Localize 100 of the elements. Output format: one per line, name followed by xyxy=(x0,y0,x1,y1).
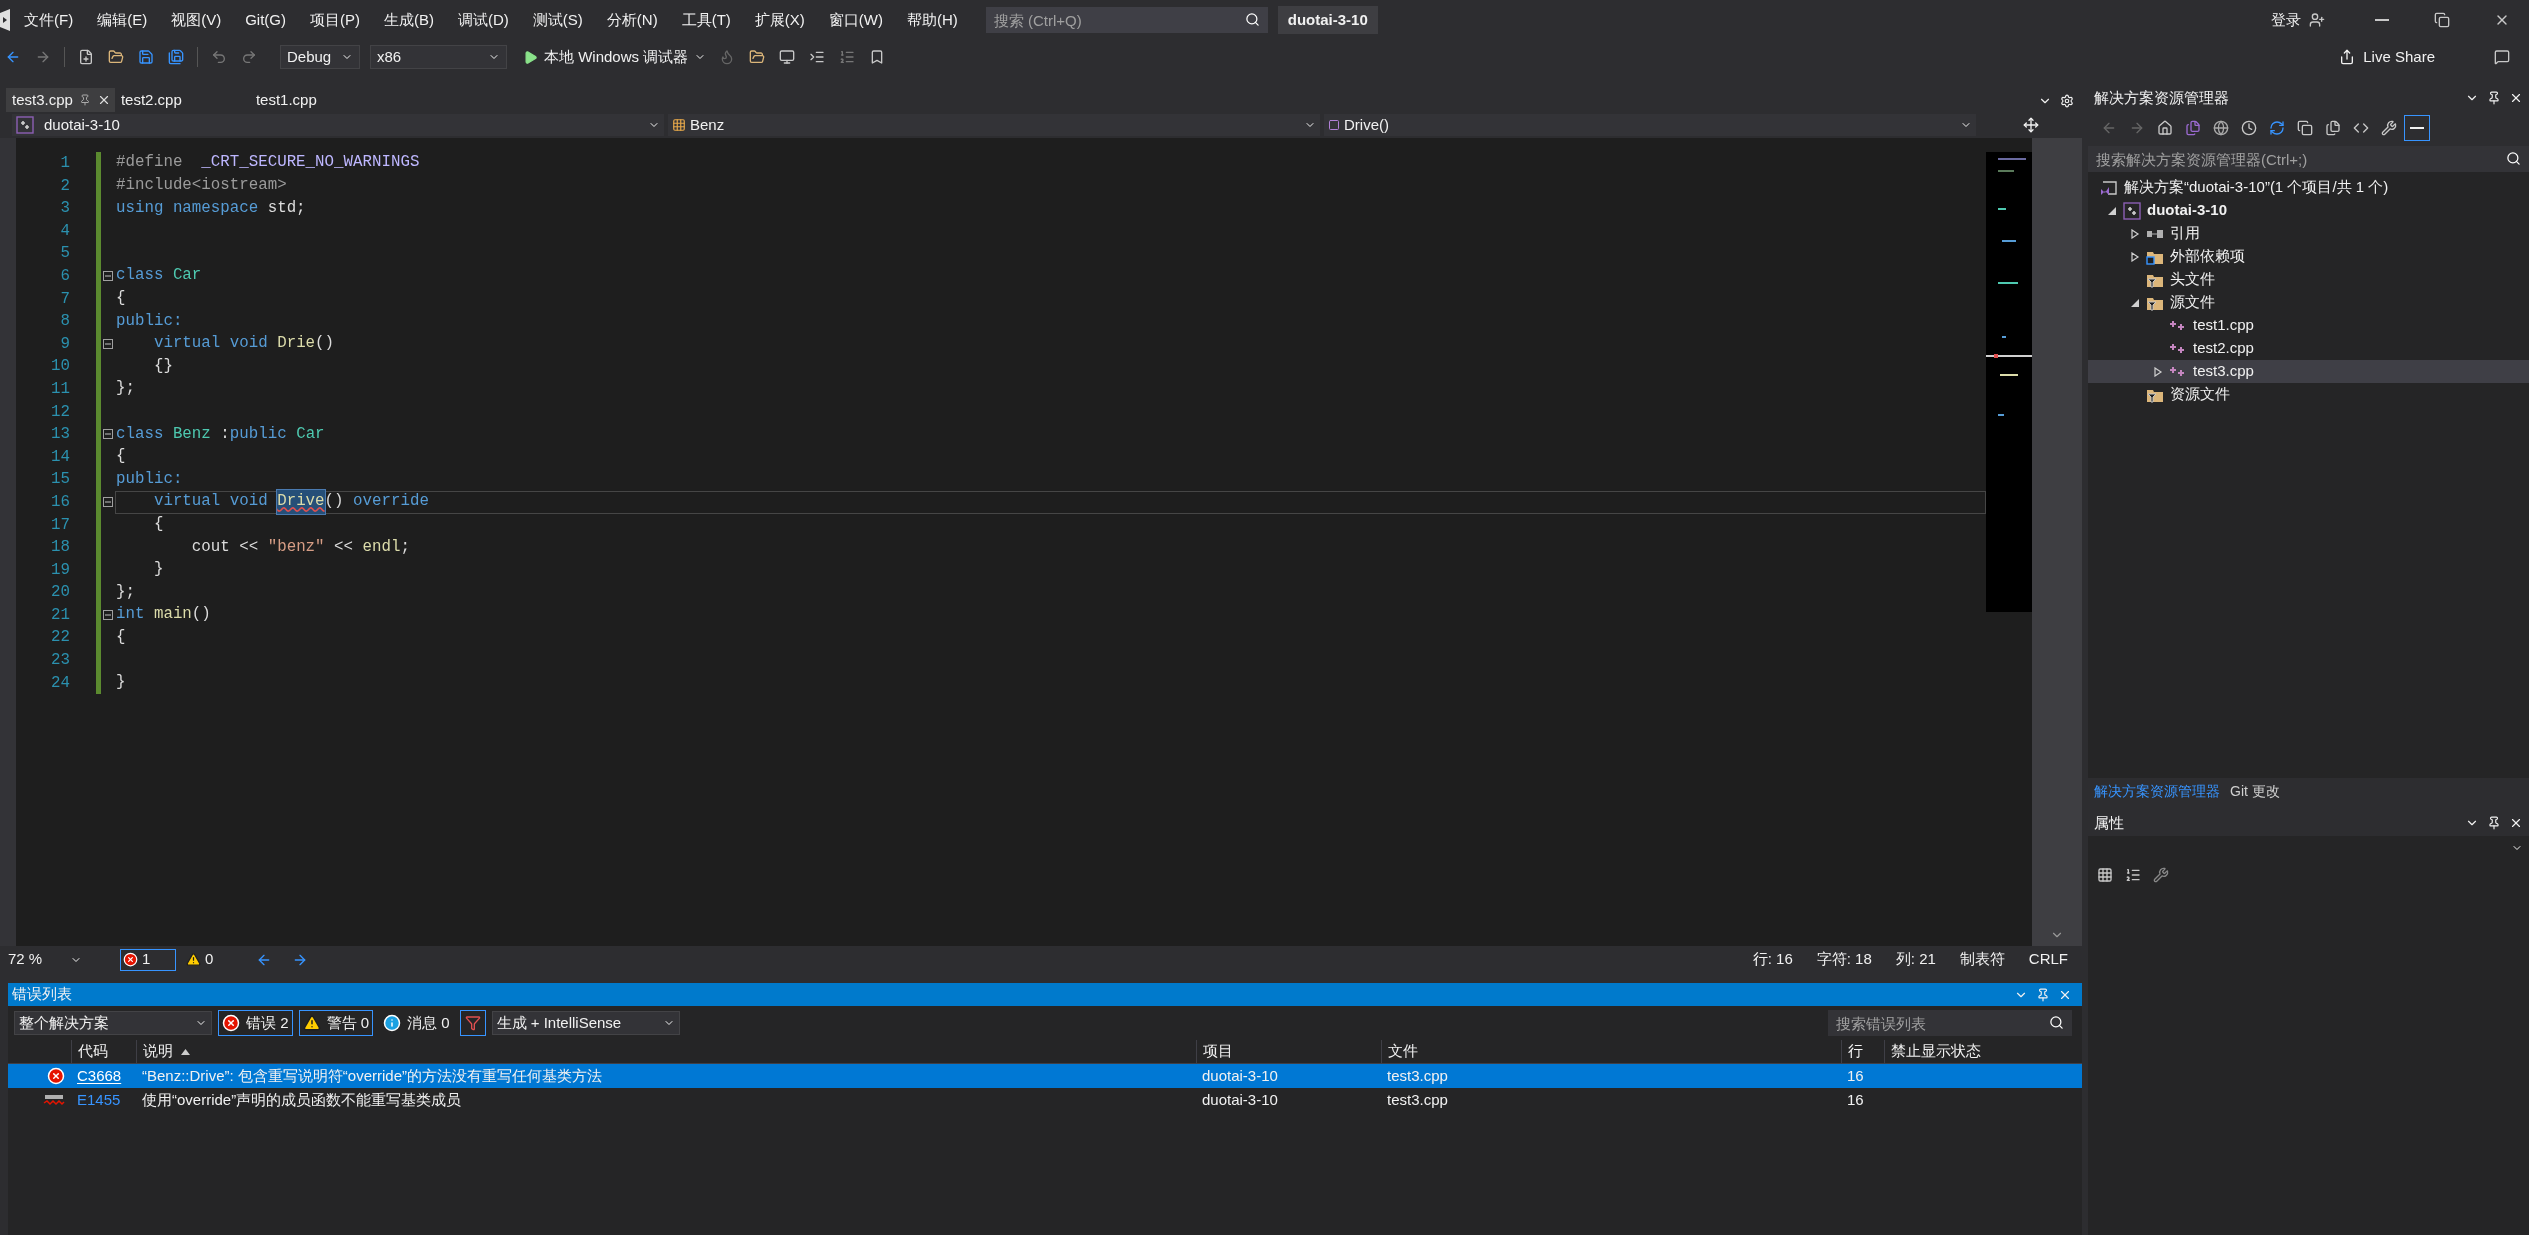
play-icon xyxy=(523,49,538,65)
sign-in-link[interactable]: 登录 xyxy=(2271,8,2301,32)
arrow-left-icon xyxy=(2101,120,2117,136)
code-line: { xyxy=(115,288,127,309)
filter-toggle[interactable]: 警告 0 xyxy=(298,1010,374,1036)
configuration-dropdown[interactable]: Debug xyxy=(280,45,360,69)
column-header[interactable]: 代码 xyxy=(71,1040,136,1063)
column-header[interactable]: 禁止显示状态 xyxy=(1884,1040,2044,1063)
start-debugging-button[interactable]: 本地 Windows 调试器 xyxy=(519,44,711,70)
editor-tab[interactable]: test3.cpp xyxy=(6,88,115,112)
source-dropdown[interactable]: 生成 + IntelliSense xyxy=(491,1011,680,1035)
tree-item[interactable]: test1.cpp xyxy=(2088,314,2529,337)
search-field[interactable]: 搜索解决方案资源管理器(Ctrl+;) xyxy=(2088,146,2529,172)
expanded-arrow-icon[interactable] xyxy=(2106,205,2117,216)
filter-toggle[interactable]: 消息 0 xyxy=(379,1010,454,1036)
file-cell-text: test3.cpp xyxy=(1386,1089,1449,1110)
tree-item[interactable]: 资源文件 xyxy=(2088,383,2529,406)
code-line: public: xyxy=(115,468,184,490)
code-line: int main() xyxy=(115,604,212,626)
collapse-icon[interactable] xyxy=(103,429,113,440)
column-header[interactable]: 项目 xyxy=(1196,1040,1381,1063)
menu-item[interactable]: 分析(N) xyxy=(606,8,658,32)
tree-item[interactable]: test3.cpp xyxy=(2088,360,2529,383)
preview-button[interactable] xyxy=(2404,115,2430,141)
menu-item[interactable]: 帮助(H) xyxy=(906,8,958,32)
panel-tab[interactable]: 解决方案资源管理器 xyxy=(2094,780,2220,802)
menu-item[interactable]: 生成(B) xyxy=(384,8,434,32)
menu-item[interactable]: 测试(S) xyxy=(532,8,583,32)
line-number: 6 xyxy=(59,265,70,287)
menu-item[interactable]: 文件(F) xyxy=(24,8,74,32)
search-icon xyxy=(2506,151,2521,166)
member-dropdown[interactable]: Drive() xyxy=(1324,114,1976,136)
scope-dropdown[interactable]: 整个解决方案 xyxy=(14,1011,212,1035)
menu-item[interactable]: 视图(V) xyxy=(171,8,222,32)
column-header[interactable]: 行 xyxy=(1841,1040,1884,1063)
collapse-icon[interactable] xyxy=(103,497,113,508)
wrench-icon xyxy=(2153,867,2169,883)
class-icon xyxy=(672,118,686,132)
error-icon xyxy=(123,952,138,967)
warning-count[interactable]: 0 xyxy=(186,948,214,971)
refresh-icon xyxy=(2269,120,2285,136)
menu-item[interactable]: 编辑(E) xyxy=(97,8,148,32)
line-number: 7 xyxy=(59,288,70,310)
column-header[interactable]: 文件 xyxy=(1381,1040,1841,1063)
project-cell-text: duotai-3-10 xyxy=(1201,1089,1279,1110)
code-line: {} xyxy=(152,355,174,377)
collapse-icon[interactable] xyxy=(103,610,113,621)
line-number: 5 xyxy=(59,243,70,265)
scope-dropdown[interactable]: Benz xyxy=(668,114,1320,136)
cpp-file-icon xyxy=(2169,342,2187,355)
menu-item[interactable]: 调试(D) xyxy=(458,8,509,32)
collapse-icon[interactable] xyxy=(103,339,113,350)
tree-item[interactable]: 解决方案“duotai-3-10”(1 个项目/共 1 个) xyxy=(2088,176,2529,199)
search-field[interactable]: 搜索 (Ctrl+Q) xyxy=(985,7,1268,33)
menu-item[interactable]: 扩展(X) xyxy=(754,8,805,32)
menu-item[interactable]: 工具(T) xyxy=(681,8,731,32)
search-field[interactable]: 搜索错误列表 xyxy=(1828,1010,2072,1036)
project-icon xyxy=(16,116,34,134)
restore-icon xyxy=(2434,12,2450,28)
indent-icon xyxy=(809,49,826,65)
tree-item[interactable]: 源文件 xyxy=(2088,291,2529,314)
editor-tab[interactable]: test1.cpp xyxy=(249,88,385,112)
panel-tab[interactable]: Git 更改 xyxy=(2230,780,2280,802)
error-code-link[interactable]: E1455 xyxy=(71,1088,136,1112)
project-dropdown[interactable]: duotai-3-10 xyxy=(12,114,664,136)
sort-ascending-icon xyxy=(181,1048,190,1055)
intellisense-error-icon xyxy=(43,1094,65,1106)
tree-item[interactable]: 头文件 xyxy=(2088,268,2529,291)
tree-item[interactable]: duotai-3-10 xyxy=(2088,199,2529,222)
collapsed-arrow-icon[interactable] xyxy=(2152,366,2163,377)
menu-item[interactable]: Git(G) xyxy=(245,8,286,32)
collapsed-arrow-icon[interactable] xyxy=(2129,251,2140,262)
method-icon xyxy=(1328,119,1340,131)
platform-dropdown[interactable]: x86 xyxy=(370,45,507,69)
user-add-icon xyxy=(2309,12,2325,28)
list-icon xyxy=(2125,867,2141,883)
menu-item[interactable]: 窗口(W) xyxy=(828,8,883,32)
arrow-right-icon xyxy=(2129,120,2145,136)
grid-icon xyxy=(2097,867,2113,883)
collapse-icon[interactable] xyxy=(103,271,113,282)
code-icon xyxy=(2353,120,2369,136)
expanded-arrow-icon[interactable] xyxy=(2129,297,2140,308)
error-row[interactable]: C3668 “Benz::Drive”: 包含重写说明符“override”的方法没有重写任何基类方法 duotai-3-10 test3.cpp 16 xyxy=(8,1064,2082,1088)
code-line: #include<iostream> xyxy=(115,175,288,197)
tree-item[interactable]: 引用 xyxy=(2088,222,2529,245)
error-code-link[interactable]: C3668 xyxy=(71,1064,136,1088)
pin-icon xyxy=(2487,816,2501,830)
column-header[interactable]: 说明 xyxy=(136,1040,1196,1063)
error-row[interactable]: E1455 使用“override”声明的成员函数不能重写基类成员 duotai-3-10 test3.cpp 16 xyxy=(8,1088,2082,1112)
filter-toggle[interactable]: 错误 2 xyxy=(218,1010,293,1036)
wrench-icon xyxy=(2381,120,2397,136)
filter-button[interactable] xyxy=(459,1010,486,1036)
live-share-button[interactable]: Live Share xyxy=(2339,45,2435,69)
zoom-dropdown[interactable]: 72 % xyxy=(8,948,82,971)
error-count[interactable]: 1 xyxy=(120,948,176,971)
menu-item[interactable]: 项目(P) xyxy=(310,8,360,32)
editor-tab[interactable]: test2.cpp xyxy=(114,88,250,112)
collapsed-arrow-icon[interactable] xyxy=(2129,228,2140,239)
tree-item[interactable]: 外部依赖项 xyxy=(2088,245,2529,268)
tree-item[interactable]: test2.cpp xyxy=(2088,337,2529,360)
